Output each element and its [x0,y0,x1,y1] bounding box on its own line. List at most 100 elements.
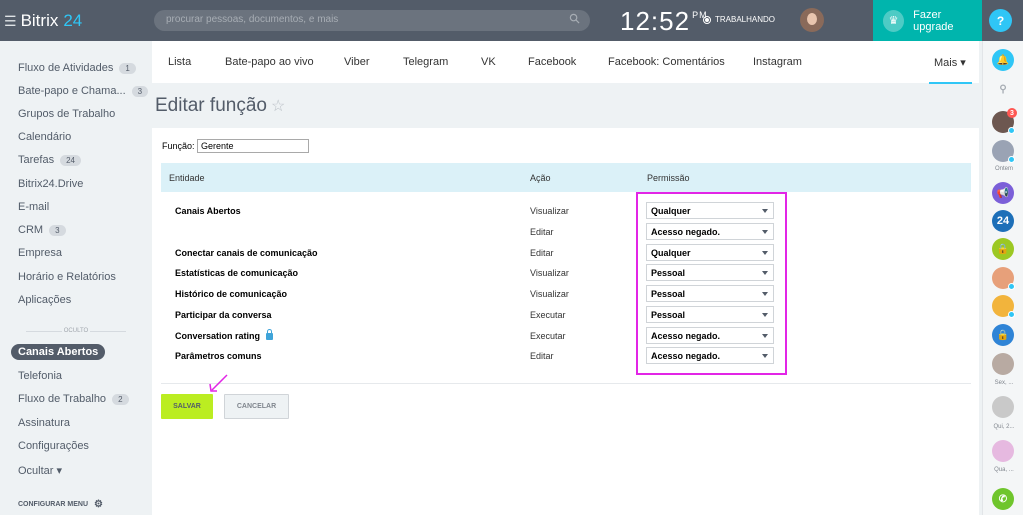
sidebar-item-subscription[interactable]: Assinatura [18,417,70,429]
hidden-separator: OCULTO [18,326,134,336]
sidebar-item-company[interactable]: Empresa [18,247,62,259]
sidebar-counter: 24 [60,154,81,166]
chat-avatar[interactable] [992,353,1014,375]
table-row-entity: Conectar canais de comunicação [175,248,318,258]
work-status-label: TRABALHANDO [715,15,776,24]
page-title-text: Editar função [155,95,267,116]
entity-label: Conversation rating [175,331,261,341]
help-button[interactable]: ? [989,9,1012,32]
chat-avatar[interactable] [992,440,1014,462]
notification-bell-icon[interactable]: 🔔 [992,49,1014,71]
sidebar-item-calendar[interactable]: Calendário [18,131,71,143]
phone-icon[interactable]: ✆ [992,488,1014,510]
top-bar: ☰ Bitrix 24 procurar pessoas, documentos… [0,0,1023,41]
chat-avatar[interactable] [992,140,1015,163]
sidebar-item-label: Telefonia [18,370,63,382]
entity-label: Estatísticas de comunicação [175,268,299,278]
table-row-action: Visualizar [530,289,569,299]
chat-avatar[interactable] [992,295,1015,318]
tab-more[interactable]: Mais ▾ [929,56,972,84]
chat-avatar[interactable] [992,267,1015,290]
tab-viber[interactable]: Viber [344,56,369,68]
tab-live-chat[interactable]: Bate-papo ao vivo [225,56,314,68]
sidebar: Fluxo de Atividades 1 Bate-papo e Chama..… [0,41,152,515]
menu-icon[interactable]: ☰ [4,13,17,30]
sidebar-item-time-reports[interactable]: Horário e Relatórios [18,271,116,283]
table-row-action: Visualizar [530,268,569,278]
search-icon[interactable]: ⚲ [992,78,1014,100]
chat-avatar[interactable] [992,396,1014,418]
bitrix24-icon[interactable]: 24 [992,210,1014,232]
logo[interactable]: ☰ Bitrix 24 [4,11,82,31]
sidebar-item-open-channels[interactable]: Canais Abertos [11,344,106,360]
sidebar-item-label: Grupos de Trabalho [18,108,116,120]
table-row-entity: Histórico de comunicação [175,289,287,299]
sidebar-item-apps[interactable]: Aplicações [18,294,71,306]
entity-label: Participar da conversa [175,310,272,320]
tab-instagram[interactable]: Instagram [753,56,802,68]
megaphone-icon[interactable]: 📢 [992,182,1014,204]
configure-menu-button[interactable]: CONFIGURAR MENU ⚙ [18,499,103,510]
sidebar-item-feed[interactable]: Fluxo de Atividades 1 [18,62,136,74]
sidebar-item-chat[interactable]: Bate-papo e Chama... 3 [18,85,149,97]
sidebar-item-workgroups[interactable]: Grupos de Trabalho [18,108,115,120]
clock-time: 12:52 [620,6,691,36]
work-status[interactable]: TRABALHANDO [703,15,775,24]
divider [161,383,971,384]
sidebar-item-workflows[interactable]: Fluxo de Trabalho 2 [18,393,129,405]
table-row-entity: Estatísticas de comunicação [175,268,298,278]
table-row-entity: Conversation rating [175,328,274,341]
tab-vk[interactable]: VK [481,56,496,68]
sidebar-counter: 3 [49,224,66,236]
configure-menu-label: CONFIGURAR MENU [18,501,88,508]
chat-avatar[interactable]: 3 [992,108,1017,134]
sidebar-item-label: CRM [18,224,44,236]
right-chat-bar: 🔔 ⚲ 3 Ontem 📢 24 🔒 🔒 Sex, ... Qui, 2... … [982,41,1023,515]
star-icon[interactable]: ☆ [271,98,285,115]
sidebar-counter: 1 [119,62,136,74]
sidebar-item-tasks[interactable]: Tarefas 24 [18,154,81,166]
permission-highlight-box [636,192,787,375]
logo-text: Bitrix [20,11,59,30]
sidebar-item-label: Assinatura [18,417,70,429]
sidebar-item-telephony[interactable]: Telefonia [18,370,62,382]
lock-chat-icon[interactable]: 🔒 [992,238,1014,260]
role-name-input[interactable] [197,139,309,153]
tab-list[interactable]: Lista [168,56,191,68]
search-icon[interactable] [569,13,580,24]
search-input[interactable]: procurar pessoas, documentos, e mais [154,10,590,31]
sidebar-item-label: Bitrix24.Drive [18,178,84,190]
table-row-entity: Canais Abertos [175,206,241,216]
sidebar-item-crm[interactable]: CRM 3 [18,224,66,236]
upgrade-label: Fazer upgrade [913,8,954,33]
save-button[interactable]: SALVAR [161,394,213,419]
sidebar-item-label: Configurações [18,440,89,452]
tab-facebook-comments[interactable]: Facebook: Comentários [608,56,725,68]
role-label: Função: [162,141,195,151]
table-row-action: Executar [530,331,566,341]
lock-icon [266,328,274,340]
sidebar-item-label: E-mail [18,201,50,213]
unread-badge: 3 [1007,108,1017,118]
sidebar-item-label: Fluxo de Atividades [18,62,114,74]
tab-bar: Lista Bate-papo ao vivo Viber Telegram V… [152,41,979,84]
tab-telegram[interactable]: Telegram [403,56,448,68]
recent-label: Ontem [994,166,1013,172]
online-indicator [1008,311,1015,318]
table-header: Entidade Ação Permissão [161,163,971,192]
upgrade-button[interactable]: ♛ Fazer upgrade [873,0,982,41]
column-header-permission: Permissão [647,173,690,183]
sidebar-counter: 3 [131,85,149,97]
sidebar-item-email[interactable]: E-mail [18,201,49,213]
table-row-action: Editar [530,351,554,361]
clock[interactable]: 12:52 PM [620,6,708,37]
sidebar-item-hide[interactable]: Ocultar ▾ [18,464,62,477]
sidebar-item-settings[interactable]: Configurações [18,440,89,452]
sidebar-item-drive[interactable]: Bitrix24.Drive [18,178,83,190]
cancel-button[interactable]: CANCELAR [224,394,289,419]
tab-facebook[interactable]: Facebook [528,56,576,68]
entity-label: Canais Abertos [175,206,241,216]
user-avatar[interactable] [800,8,824,32]
recent-label: Qui, 2... [993,424,1015,430]
lock-chat-icon[interactable]: 🔒 [992,324,1014,346]
